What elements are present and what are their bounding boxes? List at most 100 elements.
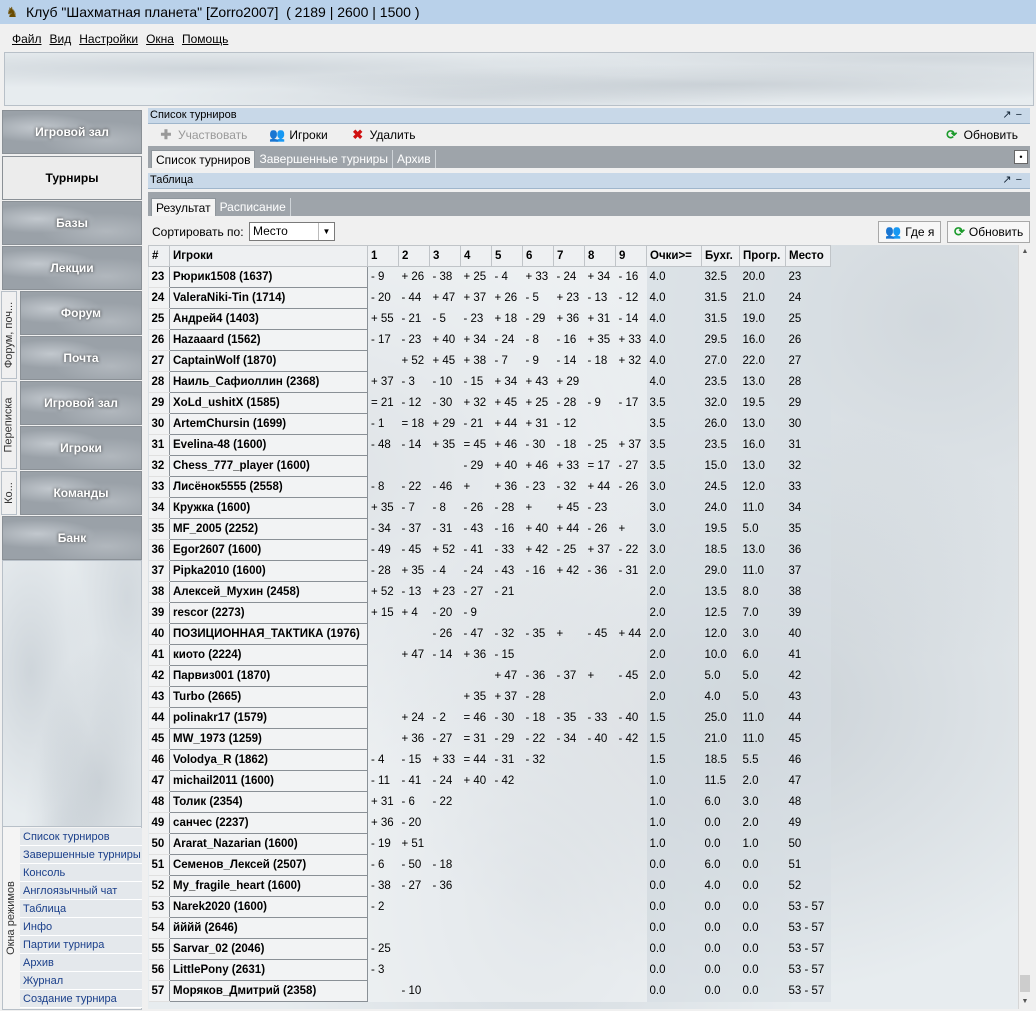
table-row[interactable]: 51 Семенов_Лексей (2507) - 6- 50- 18 0.0 6.0… xyxy=(148,854,831,876)
table-row[interactable]: 25 Андрей4 (1403) + 55- 21- 5- 23 + 18- 29 +… xyxy=(148,308,831,330)
sidebar-item-players[interactable]: Игроки xyxy=(20,426,142,470)
player-name-cell[interactable]: йййй (2646) xyxy=(169,917,368,939)
mode-item-archive[interactable]: Архив xyxy=(20,954,142,972)
sidebar-group-correspondence[interactable]: Переписка xyxy=(1,381,17,469)
table-row[interactable]: 43 Turbo (2665) + 35 + 37- 28 2.0 4.0 5.0 43 xyxy=(148,686,831,708)
player-name-cell[interactable]: Turbo (2665) xyxy=(169,686,368,708)
table-row[interactable]: 48 Толик (2354) + 31- 6- 22 1.0 6.0 3.0 48 xyxy=(148,791,831,813)
table-row[interactable]: 44 polinakr17 (1579) + 24- 2 = 46- 30- 18- … xyxy=(148,707,831,729)
table-row[interactable]: 55 Sarvar_02 (2046) - 25 0.0 0.0 0.0 53 - 57 xyxy=(148,938,831,960)
player-name-cell[interactable]: michail2011 (1600) xyxy=(169,770,368,792)
table-row[interactable]: 53 Narek2020 (1600) - 2 0.0 0.0 0.0 53 - 57 xyxy=(148,896,831,918)
column-header[interactable]: 9 xyxy=(615,245,647,267)
table-row[interactable]: 47 michail2011 (1600) - 11- 41- 24 + 40- 42… xyxy=(148,770,831,792)
player-name-cell[interactable]: CaptainWolf (1870) xyxy=(169,350,368,372)
column-header[interactable]: 8 xyxy=(584,245,616,267)
table-row[interactable]: 31 Evelina-48 (1600) - 48- 14 + 35 = 45 + 46-… xyxy=(148,434,831,456)
table-row[interactable]: 34 Кружка (1600) + 35- 7- 8- 26- 28 + + 45- … xyxy=(148,497,831,519)
mode-item-info[interactable]: Инфо xyxy=(20,918,142,936)
column-header[interactable]: 4 xyxy=(460,245,492,267)
sidebar-group-teams[interactable]: Ко... xyxy=(1,471,17,515)
table-row[interactable]: 32 Chess_777_player (1600) - 29 + 40 + 46 + 3… xyxy=(148,455,831,477)
column-header[interactable]: # xyxy=(148,245,170,267)
table-row[interactable]: 57 Моряков_Дмитрий (2358) - 10 0.0 0.0 0.0 53 … xyxy=(148,980,831,1002)
mode-item-create-tournament[interactable]: Создание турнира xyxy=(20,990,142,1008)
column-header[interactable]: 1 xyxy=(367,245,399,267)
column-header[interactable]: Прогр. xyxy=(739,245,786,267)
player-name-cell[interactable]: polinakr17 (1579) xyxy=(169,707,368,729)
table-row[interactable]: 39 rescor (2273) + 15 + 4- 20- 9 2.0 12.5 7.0 3… xyxy=(148,602,831,624)
player-name-cell[interactable]: Chess_777_player (1600) xyxy=(169,455,368,477)
mode-item-table[interactable]: Таблица xyxy=(20,900,142,918)
delete-button[interactable]: ✖ Удалить xyxy=(350,127,415,143)
sidebar-item-game-hall[interactable]: Игровой зал xyxy=(2,110,142,154)
where-am-i-button[interactable]: 👥 Где я xyxy=(878,221,942,243)
mode-item-console[interactable]: Консоль xyxy=(20,864,142,882)
player-name-cell[interactable]: Egor2607 (1600) xyxy=(169,539,368,561)
player-name-cell[interactable]: Семенов_Лексей (2507) xyxy=(169,854,368,876)
table-row[interactable]: 52 My_fragile_heart (1600) - 38- 27- 36 0.0… xyxy=(148,875,831,897)
player-name-cell[interactable]: MW_1973 (1259) xyxy=(169,728,368,750)
table-row[interactable]: 37 Pipka2010 (1600) - 28 + 35- 4- 24- 43- 1… xyxy=(148,560,831,582)
player-name-cell[interactable]: My_fragile_heart (1600) xyxy=(169,875,368,897)
player-name-cell[interactable]: Моряков_Дмитрий (2358) xyxy=(169,980,368,1002)
player-name-cell[interactable]: ArtemChursin (1699) xyxy=(169,413,368,435)
player-name-cell[interactable]: Парвиз001 (1870) xyxy=(169,665,368,687)
player-name-cell[interactable]: Рюрик1508 (1637) xyxy=(169,266,368,288)
refresh-table-button[interactable]: ⟳ Обновить xyxy=(947,221,1031,243)
player-name-cell[interactable]: Лисёнок5555 (2558) xyxy=(169,476,368,498)
player-name-cell[interactable]: киото (2224) xyxy=(169,644,368,666)
player-name-cell[interactable]: Наиль_Сафиоллин (2368) xyxy=(169,371,368,393)
player-name-cell[interactable]: MF_2005 (2252) xyxy=(169,518,368,540)
table-row[interactable]: 30 ArtemChursin (1699) - 1 = 18 + 29- 21 + 44… xyxy=(148,413,831,435)
mode-item-tournament-list[interactable]: Список турниров xyxy=(20,828,142,846)
player-name-cell[interactable]: Sarvar_02 (2046) xyxy=(169,938,368,960)
table-row[interactable]: 50 Ararat_Nazarian (1600) - 19 + 51 1.0 0.0 1.… xyxy=(148,833,831,855)
participate-button[interactable]: ✚ Участвовать xyxy=(158,127,248,143)
player-name-cell[interactable]: Алексей_Мухин (2458) xyxy=(169,581,368,603)
mode-item-tournament-games[interactable]: Партии турнира xyxy=(20,936,142,954)
table-row[interactable]: 35 MF_2005 (2252) - 34- 37- 31- 43- 16 + 40… xyxy=(148,518,831,540)
player-name-cell[interactable]: LittlePony (2631) xyxy=(169,959,368,981)
table-row[interactable]: 28 Наиль_Сафиоллин (2368) + 37- 3- 10- 15 +… xyxy=(148,371,831,393)
column-header[interactable]: 2 xyxy=(398,245,430,267)
player-name-cell[interactable]: ПОЗИЦИОННАЯ_ТАКТИКА (1976) xyxy=(169,623,368,645)
menu-help[interactable]: Помощь xyxy=(182,32,228,46)
tab-tournament-list[interactable]: Список турниров xyxy=(151,150,256,168)
scroll-down-icon[interactable]: ▼ xyxy=(1019,995,1031,1009)
sort-select[interactable]: Место ▼ xyxy=(249,222,335,241)
mode-item-finished-tournaments[interactable]: Завершенные турниры xyxy=(20,846,142,864)
menu-windows[interactable]: Окна xyxy=(146,32,174,46)
table-row[interactable]: 41 киото (2224) + 47- 14 + 36- 15 2.0 10.0 6.0… xyxy=(148,644,831,666)
column-header[interactable]: 5 xyxy=(491,245,523,267)
tab-schedule[interactable]: Расписание xyxy=(216,198,291,216)
mode-item-journal[interactable]: Журнал xyxy=(20,972,142,990)
table-row[interactable]: 40 ПОЗИЦИОННАЯ_ТАКТИКА (1976) - 26- 47- 32… xyxy=(148,623,831,645)
player-name-cell[interactable]: Андрей4 (1403) xyxy=(169,308,368,330)
column-header[interactable]: Место xyxy=(785,245,831,267)
sidebar-item-mail[interactable]: Почта xyxy=(20,336,142,380)
table-row[interactable]: 26 Hazaaard (1562) - 17- 23 + 40 + 34- 24- 8… xyxy=(148,329,831,351)
mode-item-english-chat[interactable]: Англоязычный чат xyxy=(20,882,142,900)
player-name-cell[interactable]: Pipka2010 (1600) xyxy=(169,560,368,582)
player-name-cell[interactable]: Evelina-48 (1600) xyxy=(169,434,368,456)
player-name-cell[interactable]: Narek2020 (1600) xyxy=(169,896,368,918)
panel-controls-icon[interactable]: ↗− xyxy=(1002,108,1026,123)
table-row[interactable]: 29 XoLd_ushitX (1585) = 21- 12- 30 + 32 + 45… xyxy=(148,392,831,414)
panel-controls-icon[interactable]: ↗− xyxy=(1002,173,1026,188)
scroll-up-icon[interactable]: ▲ xyxy=(1019,245,1031,259)
column-header[interactable]: Игроки xyxy=(169,245,368,267)
column-header[interactable]: Бухг. xyxy=(701,245,740,267)
table-row[interactable]: 49 санчес (2237) + 36- 20 1.0 0.0 2.0 49 xyxy=(148,812,831,834)
table-row[interactable]: 33 Лисёнок5555 (2558) - 8- 22- 46 + + 36- 23… xyxy=(148,476,831,498)
table-row[interactable]: 54 йййй (2646) 0.0 0.0 0.0 53 - 57 xyxy=(148,917,831,939)
sidebar-item-game-hall-2[interactable]: Игровой зал xyxy=(20,381,142,425)
players-button[interactable]: 👥 Игроки xyxy=(269,127,327,143)
column-header[interactable]: 6 xyxy=(522,245,554,267)
player-name-cell[interactable]: Ararat_Nazarian (1600) xyxy=(169,833,368,855)
player-name-cell[interactable]: Hazaaard (1562) xyxy=(169,329,368,351)
sidebar-item-tournaments[interactable]: Турниры xyxy=(2,156,142,200)
table-row[interactable]: 42 Парвиз001 (1870) + 47- 36- 37 + - 45 2.0 5.… xyxy=(148,665,831,687)
table-row[interactable]: 23 Рюрик1508 (1637) - 9 + 26- 38 + 25- 4 + 33… xyxy=(148,266,831,288)
table-row[interactable]: 36 Egor2607 (1600) - 49- 45 + 52- 41- 33 + 4… xyxy=(148,539,831,561)
